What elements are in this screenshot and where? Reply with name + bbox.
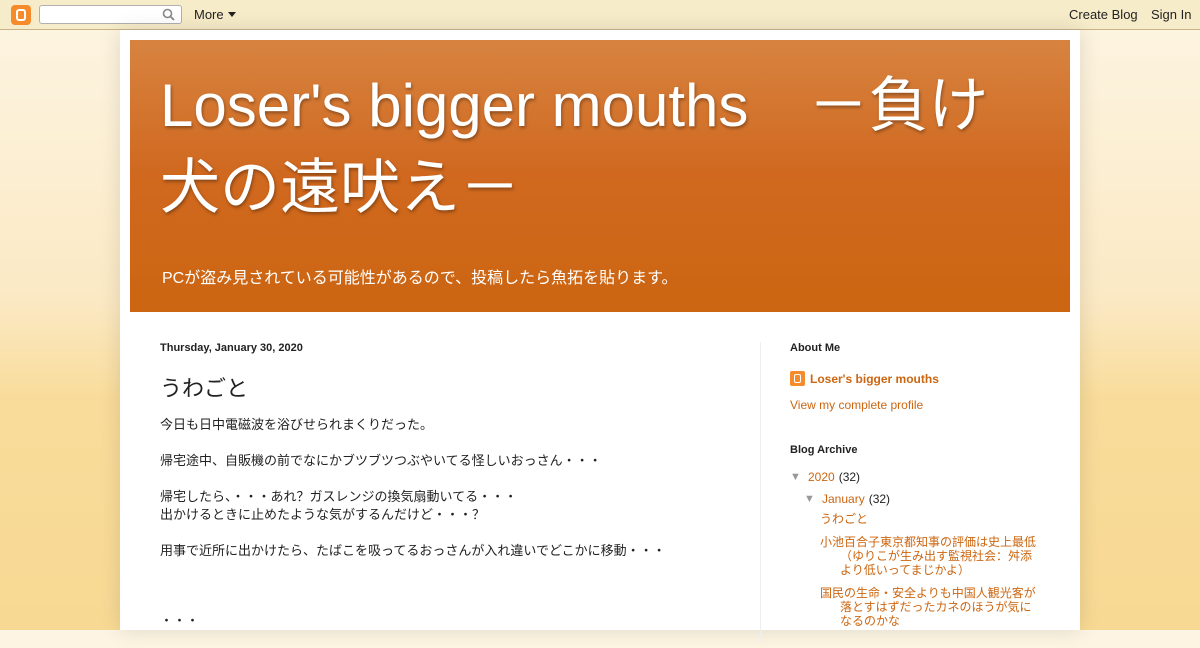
about-me-heading: About Me: [790, 342, 841, 354]
post-paragraph: 用事で近所に出かけたら、たばこを吸ってるおっさんが入れ違いでどこかに移動・・・: [160, 543, 666, 558]
archive-year-link[interactable]: 2020: [808, 470, 835, 484]
expand-toggle-icon[interactable]: ▼: [790, 471, 808, 483]
main-container: Loser's bigger mouths －負け犬の遠吠え－ PCが盗み見され…: [120, 30, 1080, 642]
blogger-logo-icon[interactable]: [11, 5, 31, 25]
column-divider: [760, 342, 761, 642]
blog-description: PCが盗み見されている可能性があるので、投稿したら魚拓を貼ります。: [162, 270, 678, 287]
create-blog-link[interactable]: Create Blog: [1069, 7, 1138, 22]
archive-month-link[interactable]: January: [822, 492, 865, 506]
archive-month-january: ▼ January (32): [804, 492, 1040, 506]
post-paragraph: 出かけるときに止めたような気がするんだけど・・・？: [160, 507, 486, 522]
archive-year-count: (32): [838, 470, 861, 484]
post-body: 今日も日中電磁波を浴びせられまくりだった。 帰宅途中、自販機の前でなにかブツブツ…: [160, 416, 740, 648]
navbar: More Create Blog Sign In: [0, 0, 1200, 30]
archive-post-link[interactable]: 国民の生命・安全よりも中国人観光客が落とすはずだったカネのほうが気になるのかな: [820, 586, 1040, 628]
post-date: Thursday, January 30, 2020: [160, 342, 303, 354]
more-label: More: [194, 7, 224, 22]
archive-month-count: (32): [868, 492, 891, 506]
caret-down-icon: [227, 12, 236, 17]
blogger-profile-icon: [790, 371, 805, 386]
more-menu-button[interactable]: More: [194, 7, 236, 22]
sign-in-link[interactable]: Sign In: [1151, 7, 1191, 22]
profile-name[interactable]: Loser's bigger mouths: [810, 372, 939, 386]
archive-post-link[interactable]: 小池百合子東京都知事の評価は史上最低（ゆりこが生み出す監視社会：舛添より低いって…: [820, 535, 1040, 577]
view-profile-link[interactable]: View my complete profile: [790, 398, 1040, 412]
sidebar: About Me Loser's bigger mouths View my c…: [790, 342, 1040, 637]
post-paragraph: 今日も日中電磁波を浴びせられまくりだった。: [160, 417, 434, 432]
blog-header: Loser's bigger mouths －負け犬の遠吠え－ PCが盗み見され…: [130, 40, 1070, 312]
blog-title[interactable]: Loser's bigger mouths －負け犬の遠吠え－: [160, 65, 1040, 229]
archive-post-list: うわごと 小池百合子東京都知事の評価は史上最低（ゆりこが生み出す監視社会：舛添よ…: [820, 512, 1040, 628]
blog-archive-heading: Blog Archive: [790, 444, 858, 456]
post-paragraph: 帰宅途中、自販機の前でなにかブツブツつぶやいてる怪しいおっさん・・・: [160, 453, 602, 468]
search-input[interactable]: [39, 5, 182, 24]
search-icon[interactable]: [162, 8, 175, 21]
archive-post-link[interactable]: うわごと: [820, 512, 1040, 526]
profile-name-link[interactable]: Loser's bigger mouths: [790, 371, 1040, 386]
archive-year-2020: ▼ 2020 (32): [790, 470, 1040, 484]
post-paragraph: 帰宅したら、・・・あれ？ガスレンジの換気扇動いてる・・・: [160, 489, 518, 504]
post-paragraph: ・・・: [160, 613, 200, 628]
post-title[interactable]: うわごと: [160, 371, 248, 403]
expand-toggle-icon[interactable]: ▼: [804, 493, 822, 505]
